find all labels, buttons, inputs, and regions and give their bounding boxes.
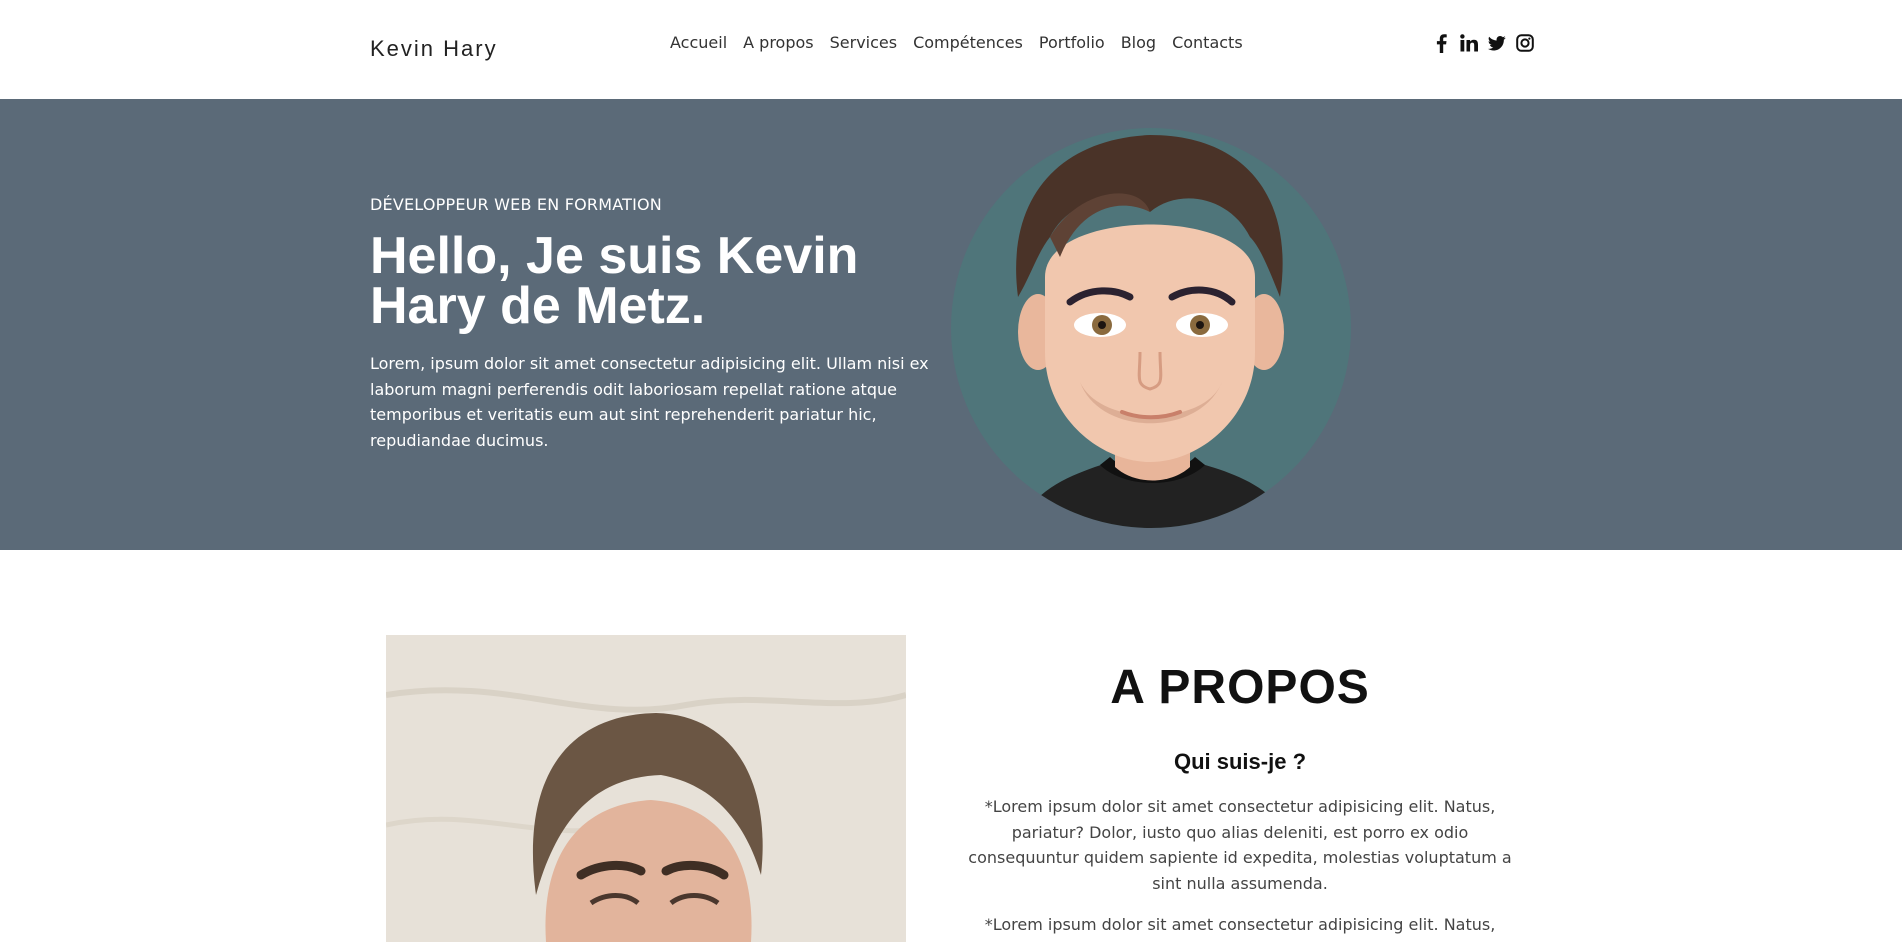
nav-link-portfolio[interactable]: Portfolio	[1031, 33, 1113, 52]
nav-link-contacts[interactable]: Contacts	[1164, 33, 1251, 52]
hero-description: Lorem, ipsum dolor sit amet consectetur …	[370, 354, 929, 450]
hero-subtitle: DÉVELOPPEUR WEB EN FORMATION	[370, 195, 662, 214]
about-paragraph: *Lorem ipsum dolor sit amet consectetur …	[968, 797, 1512, 893]
facebook-icon[interactable]	[1432, 33, 1450, 53]
hero-title: Hello, Je suis Kevin Hary de Metz.	[370, 227, 859, 335]
avatar-illustration	[951, 128, 1351, 528]
linkedin-icon[interactable]	[1460, 33, 1478, 53]
hero-section: DÉVELOPPEUR WEB EN FORMATION Hello, Je s…	[0, 99, 1902, 550]
nav-link-blog[interactable]: Blog	[1113, 33, 1164, 52]
about-paragraph: *Lorem ipsum dolor sit amet consectetur …	[984, 915, 1496, 934]
nav-link-accueil[interactable]: Accueil	[670, 33, 735, 52]
nav-link-services[interactable]: Services	[822, 33, 905, 52]
social-links	[1432, 33, 1534, 53]
about-title: A PROPOS	[1110, 661, 1370, 714]
nav-link-a-propos[interactable]: A propos	[735, 33, 821, 52]
main-nav: Accueil A propos Services Compétences Po…	[670, 33, 1251, 52]
twitter-icon[interactable]	[1488, 33, 1506, 53]
profile-photo	[386, 635, 906, 942]
nav-link-competences[interactable]: Compétences	[905, 33, 1031, 52]
instagram-icon[interactable]	[1516, 33, 1534, 53]
brand-logo[interactable]: Kevin Hary	[370, 36, 498, 62]
about-subtitle: Qui suis-je ?	[1173, 749, 1307, 774]
site-header: Kevin Hary Accueil A propos Services Com…	[0, 0, 1902, 99]
